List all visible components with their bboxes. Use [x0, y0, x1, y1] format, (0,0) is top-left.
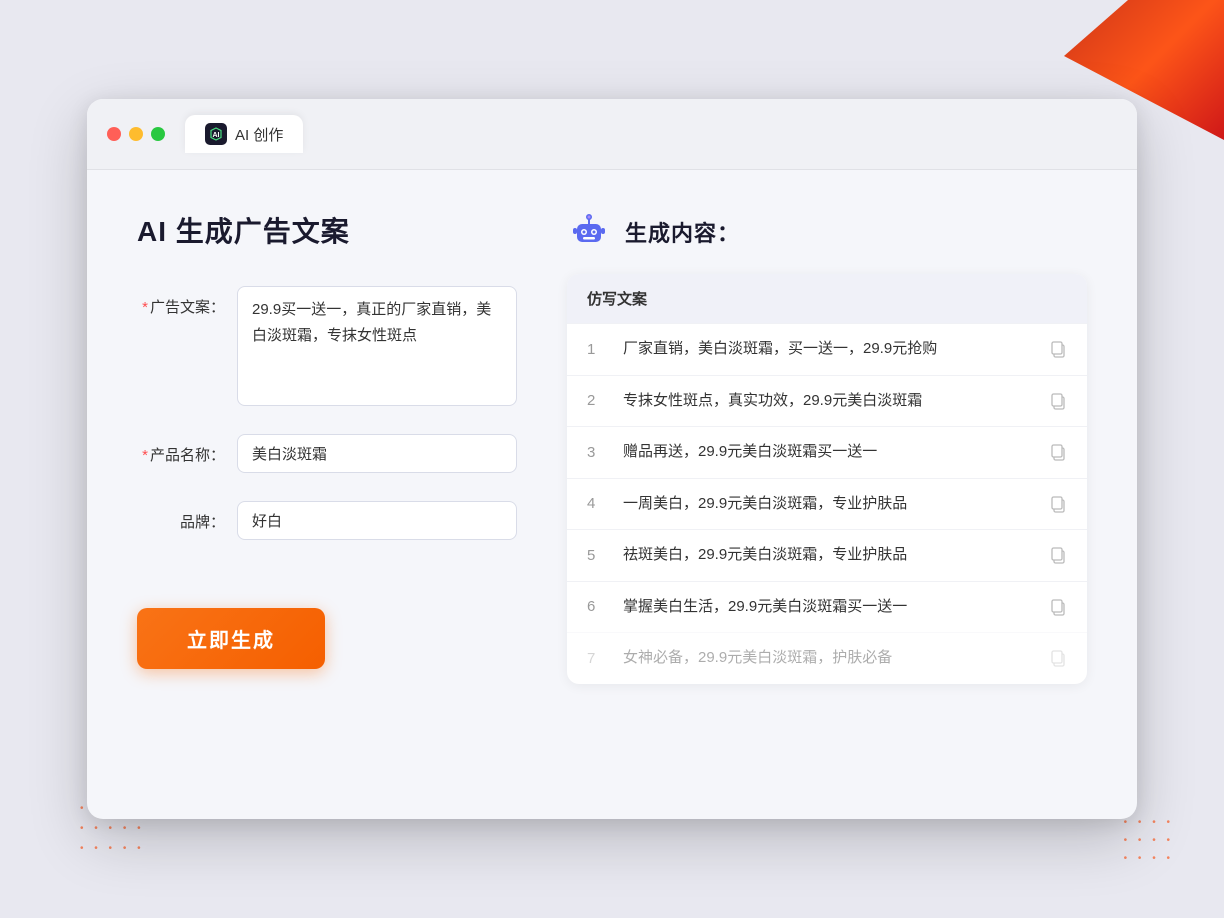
row-number: 1: [587, 341, 607, 358]
table-row: 4 一周美白，29.9元美白淡斑霜，专业护肤品: [567, 478, 1087, 530]
traffic-lights: [107, 127, 165, 141]
bg-decoration-dots-bottom-right: • • • •• • • •• • • •: [1124, 814, 1174, 868]
brand-group: 品牌：: [137, 501, 517, 540]
robot-icon: [567, 210, 611, 254]
row-content: 一周美白，29.9元美白淡斑霜，专业护肤品: [623, 493, 1033, 516]
ad-copy-group: *广告文案： 29.9买一送一，真正的厂家直销，美白淡斑霜，专抹女性斑点: [137, 286, 517, 406]
table-row: 7 女神必备，29.9元美白淡斑霜，护肤必备: [567, 632, 1087, 684]
copy-icon[interactable]: [1049, 495, 1067, 513]
row-content: 赠品再送，29.9元美白淡斑霜买一送一: [623, 441, 1033, 464]
copy-icon[interactable]: [1049, 443, 1067, 461]
row-content: 专抹女性斑点，真实功效，29.9元美白淡斑霜: [623, 390, 1033, 413]
table-row: 3 赠品再送，29.9元美白淡斑霜买一送一: [567, 426, 1087, 478]
left-panel: AI 生成广告文案 *广告文案： 29.9买一送一，真正的厂家直销，美白淡斑霜，…: [137, 210, 517, 770]
page-title: AI 生成广告文案: [137, 210, 517, 250]
result-table: 仿写文案 1 厂家直销，美白淡斑霜，买一送一，29.9元抢购 2 专抹女性斑点，真实…: [567, 274, 1087, 684]
product-name-label: *产品名称：: [137, 434, 237, 465]
copy-icon[interactable]: [1049, 392, 1067, 410]
row-content: 厂家直销，美白淡斑霜，买一送一，29.9元抢购: [623, 338, 1033, 361]
ad-copy-label: *广告文案：: [137, 286, 237, 317]
content-area: AI 生成广告文案 *广告文案： 29.9买一送一，真正的厂家直销，美白淡斑霜，…: [87, 170, 1137, 810]
result-rows-container: 1 厂家直销，美白淡斑霜，买一送一，29.9元抢购 2 专抹女性斑点，真实功效，29…: [567, 323, 1087, 684]
table-header: 仿写文案: [567, 274, 1087, 323]
copy-icon[interactable]: [1049, 546, 1067, 564]
table-row: 1 厂家直销，美白淡斑霜，买一送一，29.9元抢购: [567, 323, 1087, 375]
tab-icon: AI: [205, 123, 227, 145]
row-number: 4: [587, 495, 607, 512]
row-number: 5: [587, 547, 607, 564]
maximize-button[interactable]: [151, 127, 165, 141]
brand-label: 品牌：: [137, 501, 237, 532]
table-row: 5 祛斑美白，29.9元美白淡斑霜，专业护肤品: [567, 529, 1087, 581]
copy-icon[interactable]: [1049, 649, 1067, 667]
result-header: 生成内容：: [567, 210, 1087, 254]
browser-window: AI AI 创作 AI 生成广告文案 *广告文案： 29.9买一送一，真正的厂家…: [87, 99, 1137, 819]
row-content: 掌握美白生活，29.9元美白淡斑霜买一送一: [623, 596, 1033, 619]
active-tab[interactable]: AI AI 创作: [185, 115, 303, 153]
product-name-required: *: [142, 447, 148, 464]
close-button[interactable]: [107, 127, 121, 141]
copy-icon[interactable]: [1049, 340, 1067, 358]
generate-button[interactable]: 立即生成: [137, 608, 325, 669]
title-bar: AI AI 创作: [87, 99, 1137, 170]
row-content: 女神必备，29.9元美白淡斑霜，护肤必备: [623, 647, 1033, 670]
svg-text:AI: AI: [213, 132, 220, 139]
row-number: 7: [587, 650, 607, 667]
minimize-button[interactable]: [129, 127, 143, 141]
copy-icon[interactable]: [1049, 598, 1067, 616]
tab-title: AI 创作: [235, 124, 283, 145]
right-panel: 生成内容： 仿写文案 1 厂家直销，美白淡斑霜，买一送一，29.9元抢购 2 专抹女…: [567, 210, 1087, 770]
result-title: 生成内容：: [625, 216, 740, 248]
row-number: 2: [587, 392, 607, 409]
row-number: 6: [587, 598, 607, 615]
ad-copy-required: *: [142, 299, 148, 316]
product-name-input[interactable]: [237, 434, 517, 473]
table-row: 6 掌握美白生活，29.9元美白淡斑霜买一送一: [567, 581, 1087, 633]
ad-copy-input[interactable]: 29.9买一送一，真正的厂家直销，美白淡斑霜，专抹女性斑点: [237, 286, 517, 406]
row-content: 祛斑美白，29.9元美白淡斑霜，专业护肤品: [623, 544, 1033, 567]
product-name-group: *产品名称：: [137, 434, 517, 473]
brand-input[interactable]: [237, 501, 517, 540]
table-row: 2 专抹女性斑点，真实功效，29.9元美白淡斑霜: [567, 375, 1087, 427]
row-number: 3: [587, 444, 607, 461]
